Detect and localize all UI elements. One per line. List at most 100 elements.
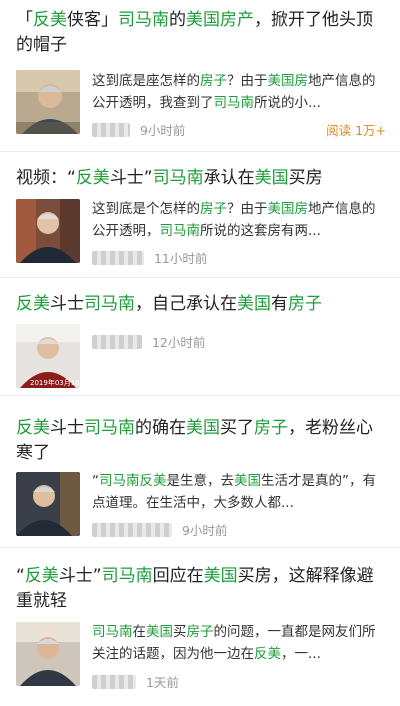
highlighted-keyword: 美国 [234,473,261,489]
source-name-blurred [92,122,130,137]
article-title[interactable]: 反美斗士司马南，自己承认在美国有房子 [16,292,386,317]
highlighted-keyword: 房产 [220,10,254,30]
highlighted-keyword: 反美 [75,168,110,188]
text-segment: 这到底是座怎样的 [92,73,200,89]
man-portrait-image [16,199,80,263]
text-segment: 斗士” [58,566,102,586]
highlighted-keyword: 房子 [288,294,322,314]
publish-time: 9小时前 [139,123,186,138]
article-summary: “司马南反美是生意，去美国生活才是真的”，有点道理。在生活中，大多数人都... [92,470,386,514]
publish-time: 9小时前 [181,523,228,538]
text-segment: 视频：“ [16,168,76,188]
source-name-blurred [92,334,142,349]
highlighted-keyword: 房 [294,201,309,217]
man-portrait-image: 2019年03月18 [16,324,80,388]
highlighted-keyword: 司马南 [84,418,135,438]
man-portrait-image [16,622,80,686]
article-meta: 9小时前 [92,520,386,538]
article-title[interactable]: 反美斗士司马南的确在美国买了房子，老粉丝心寒了 [16,416,386,466]
article-meta: 9小时前 阅读 1万+ [92,120,386,138]
highlighted-keyword: 司马南 [84,294,135,314]
article-thumbnail[interactable] [16,472,80,536]
list-item[interactable]: 视频：“反美斗士”司马南承认在美国买房 这到底是个怎样的房子？由于美国房地产信息… [0,152,400,278]
text-segment: 「 [16,10,33,30]
article-meta: 1天前 [92,672,386,690]
list-item[interactable]: 「反美侠客」司马南的美国房产，掀开了他头顶的帽子 这到底是座怎样的房子？由于美国… [0,0,400,152]
list-item[interactable]: 反美斗士司马南的确在美国买了房子，老粉丝心寒了 “司马南反美是生意，去美国生活才… [0,396,400,548]
text-segment: 侠客」 [67,10,118,30]
man-portrait-image [16,472,80,536]
text-segment: 斗士 [50,418,84,438]
article-summary: 这到底是个怎样的房子？由于美国房地产信息的公开透明，司马南所说的这套房有两... [92,198,386,242]
article-title[interactable]: “反美斗士”司马南回应在美国买房，这解释像避重就轻 [16,564,386,614]
highlighted-keyword: 司马南 [152,168,204,188]
text-segment: 买了 [220,418,254,438]
highlighted-keyword: 美国 [146,624,173,640]
highlighted-keyword: 司马南 [101,566,153,586]
text-segment: 回应在 [152,566,204,586]
highlighted-keyword: 反美 [16,418,50,438]
highlighted-keyword: 美国 [186,418,220,438]
article-thumbnail[interactable]: 2019年03月18 [16,324,80,388]
text-segment: “ [16,566,25,586]
source-name-blurred [92,522,172,537]
article-summary: 司马南在美国买房子的问题，一直都是网友们所关注的话题，因为他一边在反美，一... [92,621,386,665]
highlighted-keyword: 司马南 [159,223,201,239]
highlighted-keyword: 美国 [254,168,289,188]
text-segment: ？由于 [227,73,268,89]
text-segment: 的 [169,10,186,30]
text-segment: 所说的小... [254,95,321,111]
article-title[interactable]: 视频：“反美斗士”司马南承认在美国买房 [16,166,386,191]
article-meta: 11小时前 [92,248,386,266]
text-segment: 这到底是个怎样的 [92,201,200,217]
text-segment: 在 [132,624,147,640]
source-name-blurred [92,250,144,265]
highlighted-keyword: 司马南 [92,624,133,640]
text-segment: 有 [271,294,288,314]
highlighted-keyword: 反美 [16,294,50,314]
text-segment: ，一... [281,646,321,662]
list-item[interactable]: “反美斗士”司马南回应在美国买房，这解释像避重就轻 司马南在美国买房子的问题，一… [0,548,400,706]
text-segment: 斗士” [109,168,153,188]
text-segment: 承认在 [203,168,255,188]
highlighted-keyword: 美国 [203,566,238,586]
highlighted-keyword: 司马南 [118,10,169,30]
publish-time: 12小时前 [151,335,206,350]
text-segment: 斗士 [50,294,84,314]
list-item[interactable]: 反美斗士司马南，自己承认在美国有房子 2019年03月18 12小时前 [0,278,400,396]
read-count: 阅读 1万+ [326,123,386,138]
highlighted-keyword: 房子 [200,73,227,89]
highlighted-keyword: 反美 [139,473,167,489]
highlighted-keyword: 房子 [200,201,227,217]
text-segment: 买 [173,624,187,640]
article-meta: 12小时前 [92,332,386,350]
highlighted-keyword: 美国 [186,10,220,30]
publish-time: 1天前 [145,675,179,690]
highlighted-keyword: 反美 [254,646,281,662]
thumbnail-caption: 2019年03月18 [30,378,80,387]
highlighted-keyword: 房子 [186,624,214,640]
highlighted-keyword: 美国 [267,201,295,217]
text-segment: 的确在 [135,418,186,438]
news-feed: 「反美侠客」司马南的美国房产，掀开了他头顶的帽子 这到底是座怎样的房子？由于美国… [0,0,400,706]
highlighted-keyword: 反美 [24,566,59,586]
text-segment: ，自己承认在 [135,294,237,314]
text-segment: ？由于 [227,201,268,217]
text-segment: 所说的这套房有两... [200,223,321,239]
article-title[interactable]: 「反美侠客」司马南的美国房产，掀开了他头顶的帽子 [16,8,386,58]
highlighted-keyword: 反美 [33,10,67,30]
article-thumbnail[interactable] [16,622,80,686]
highlighted-keyword: 美国 [237,294,271,314]
man-portrait-image [16,70,80,134]
article-thumbnail[interactable] [16,70,80,134]
article-thumbnail[interactable] [16,199,80,263]
highlighted-keyword: 司马南 [99,473,140,489]
highlighted-keyword: 美国 [267,73,295,89]
highlighted-keyword: 司马南 [213,95,255,111]
text-segment: 买房 [288,168,323,188]
highlighted-keyword: 房 [294,73,309,89]
article-summary: 这到底是座怎样的房子？由于美国房地产信息的公开透明，我查到了司马南所说的小... [92,70,386,114]
text-segment: “ [92,473,99,489]
publish-time: 11小时前 [153,251,208,266]
text-segment: 是生意，去 [166,473,235,489]
